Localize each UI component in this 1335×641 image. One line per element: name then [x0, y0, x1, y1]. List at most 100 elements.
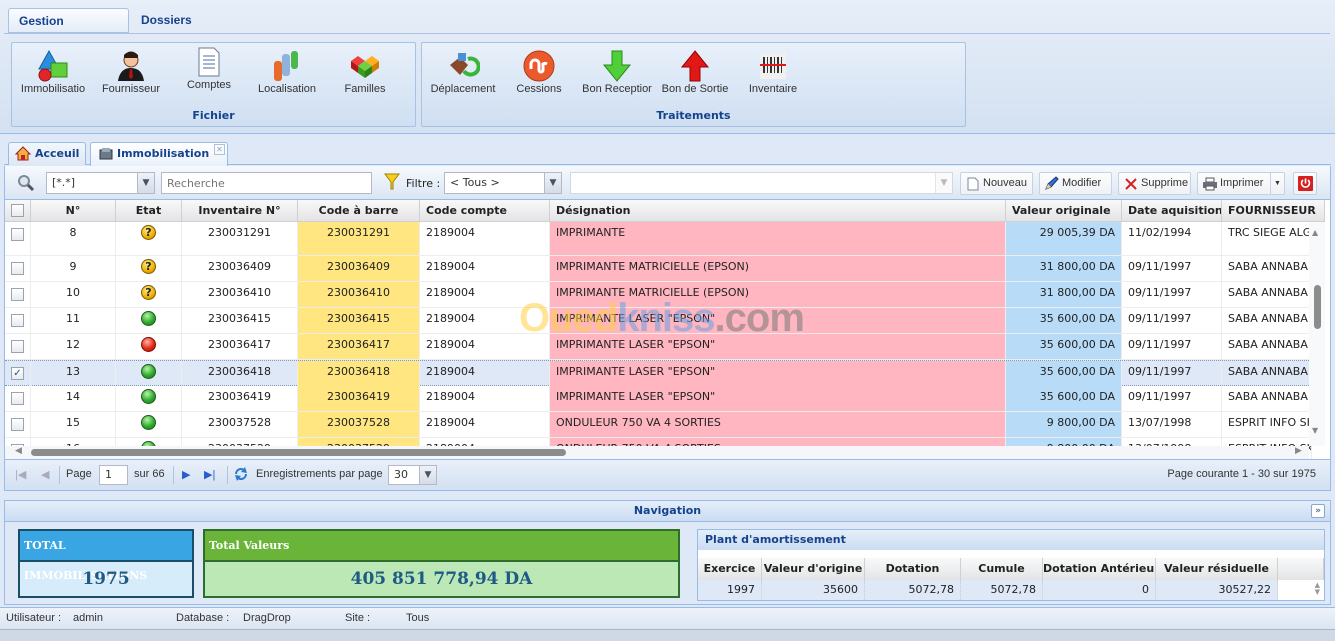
- row-checkbox[interactable]: [11, 288, 24, 301]
- col-header-fournisseur[interactable]: FOURNISSEUR: [1222, 200, 1325, 222]
- row-checkbox[interactable]: [11, 418, 24, 431]
- scroll-left-icon[interactable]: ◀: [15, 446, 22, 456]
- table-row[interactable]: 8? 230031291 230031291 2189004 IMPRIMANTE 29 …: [5, 222, 1312, 256]
- cessions-button[interactable]: Cessions: [500, 49, 578, 105]
- prev-page-icon[interactable]: ◀: [41, 468, 49, 481]
- horizontal-scroll-thumb[interactable]: [31, 449, 566, 456]
- comptes-button[interactable]: Comptes: [170, 45, 248, 101]
- inventaire-button[interactable]: Inventaire: [734, 49, 812, 105]
- scroll-up-icon[interactable]: ▲: [1312, 228, 1318, 237]
- imprimer-button[interactable]: Imprimer ▼: [1197, 172, 1285, 195]
- vertical-scroll-thumb[interactable]: [1314, 285, 1321, 329]
- collapse-icon[interactable]: »: [1311, 504, 1325, 518]
- col-header-code-barre[interactable]: Code à barre: [298, 200, 420, 222]
- bon-reception-button[interactable]: Bon Receptior: [578, 49, 656, 105]
- ribbon: Gestion Dossiers Immobilisatio Fournisse…: [0, 0, 1335, 134]
- per-page-combo[interactable]: 30 ▼: [388, 465, 437, 485]
- chevron-down-icon[interactable]: ▼: [544, 173, 561, 193]
- chevron-down-icon[interactable]: ▼: [1270, 173, 1284, 194]
- row-checkbox[interactable]: [11, 262, 24, 275]
- tab-acceuil[interactable]: Acceuil: [8, 142, 86, 165]
- row-checkbox[interactable]: [11, 392, 24, 405]
- etat-cell: ?: [116, 282, 182, 307]
- power-button[interactable]: [1293, 172, 1317, 195]
- row-checkbox[interactable]: [11, 228, 24, 241]
- ribbon-tab-gestion[interactable]: Gestion: [8, 8, 129, 33]
- amort-col-header[interactable]: Valeur d'origine: [762, 558, 865, 580]
- total-valeurs-label: Total Valeurs: [205, 531, 678, 562]
- filter-value-combo[interactable]: ▼: [570, 172, 953, 194]
- compte-cell: 2189004: [420, 282, 550, 307]
- table-row[interactable]: 12 230036417 230036417 2189004 IMPRIMANTE LA…: [5, 334, 1312, 360]
- amort-col-header[interactable]: Dotation Antérieure: [1043, 558, 1156, 580]
- scroll-right-icon[interactable]: ▶: [1295, 446, 1302, 456]
- nouveau-button[interactable]: Nouveau: [960, 172, 1033, 195]
- refresh-icon[interactable]: [233, 466, 249, 485]
- col-header-inventaire[interactable]: Inventaire N°: [182, 200, 298, 222]
- immobilisation-button[interactable]: Immobilisatio: [14, 49, 92, 105]
- page-input[interactable]: [99, 465, 128, 485]
- table-row[interactable]: ✓ 13 230036418 230036418 2189004 IMPRIMANTE L…: [5, 360, 1312, 386]
- table-row[interactable]: 10? 230036410 230036410 2189004 IMPRIMANTE M…: [5, 282, 1312, 308]
- fournisseur-button[interactable]: Fournisseur: [92, 49, 170, 105]
- select-all-checkbox[interactable]: [11, 204, 24, 217]
- next-page-icon[interactable]: ▶: [182, 468, 190, 481]
- last-page-icon[interactable]: ▶|: [204, 468, 215, 481]
- col-header-date[interactable]: Date aquisition: [1122, 200, 1222, 222]
- date-cell: 09/11/1997: [1122, 361, 1222, 386]
- barcode-icon: [734, 49, 812, 83]
- deplacement-button[interactable]: Déplacement: [424, 49, 502, 105]
- scope-combo[interactable]: [*.*] ▼: [46, 172, 155, 194]
- spinner-icon[interactable]: ▲ ▼: [1315, 582, 1320, 596]
- row-checkbox[interactable]: ✓: [11, 367, 24, 380]
- ribbon-tab-dossiers[interactable]: Dossiers: [131, 8, 231, 33]
- amort-col-header[interactable]: Dotation: [865, 558, 961, 580]
- scroll-down-icon[interactable]: ▼: [1312, 426, 1318, 435]
- total-immobilisations-card: TOTAL IMMOBILISATIONS 1975: [18, 529, 194, 598]
- search-input[interactable]: [161, 172, 372, 194]
- first-page-icon[interactable]: |◀: [15, 468, 26, 481]
- chevron-down-icon[interactable]: ▼: [935, 173, 952, 193]
- row-checkbox[interactable]: [11, 340, 24, 353]
- table-row[interactable]: 14 230036419 230036419 2189004 IMPRIMANTE LA…: [5, 386, 1312, 412]
- col-header-etat[interactable]: Etat: [116, 200, 182, 222]
- col-header-n[interactable]: N°: [31, 200, 116, 222]
- row-select-cell: [5, 308, 31, 333]
- imprimer-label: Imprimer: [1220, 177, 1264, 189]
- amort-col-header[interactable]: Exercice: [698, 558, 762, 580]
- cession-icon: [500, 49, 578, 83]
- amort-col-header[interactable]: Valeur résiduelle: [1156, 558, 1278, 580]
- horizontal-scrollbar[interactable]: ◀ ▶: [5, 446, 1309, 459]
- bon-de-sortie-button[interactable]: Bon de Sortie: [656, 49, 734, 105]
- compte-cell: 2189004: [420, 334, 550, 359]
- designation-cell: IMPRIMANTE MATRICIELLE (EPSON): [550, 256, 1006, 281]
- tab-immobilisation[interactable]: Immobilisation ✕: [90, 142, 228, 166]
- close-tab-icon[interactable]: ✕: [214, 144, 225, 155]
- document-tabs: Acceuil Immobilisation ✕: [4, 139, 1331, 166]
- familles-button[interactable]: Familles: [326, 49, 404, 105]
- amort-col-header[interactable]: Cumule: [961, 558, 1043, 580]
- chevron-down-icon[interactable]: ▼: [137, 173, 154, 193]
- amort-cell: 0: [1043, 580, 1156, 600]
- col-header-code-compte[interactable]: Code compte: [420, 200, 550, 222]
- table-row[interactable]: 9? 230036409 230036409 2189004 IMPRIMANTE MA…: [5, 256, 1312, 282]
- modifier-button[interactable]: Modifier: [1039, 172, 1112, 195]
- table-row[interactable]: 15 230037528 230037528 2189004 ONDULEUR 750 …: [5, 412, 1312, 438]
- localisation-button[interactable]: Localisation: [248, 49, 326, 105]
- table-row[interactable]: 11 230036415 230036415 2189004 IMPRIMANTE LA…: [5, 308, 1312, 334]
- chevron-down-icon[interactable]: ▼: [419, 466, 436, 484]
- amortissement-title: Plant d'amortissement: [698, 530, 1324, 550]
- row-checkbox[interactable]: [11, 314, 24, 327]
- select-all-header[interactable]: [5, 200, 31, 222]
- vertical-scrollbar[interactable]: ▲ ▼: [1309, 222, 1325, 446]
- barcode-cell: 230031291: [298, 222, 420, 255]
- grid-toolbar: [*.*] ▼ Filtre : < Tous > ▼ ▼ Nouveau Mo…: [4, 166, 1331, 200]
- filter-combo[interactable]: < Tous > ▼: [444, 172, 562, 194]
- supprime-button[interactable]: Supprime: [1118, 172, 1191, 195]
- col-header-valeur[interactable]: Valeur originale: [1006, 200, 1122, 222]
- group-label-fichier: Fichier: [192, 109, 235, 122]
- col-header-designation[interactable]: Désignation: [550, 200, 1006, 222]
- etat-cell: [116, 412, 182, 437]
- compte-cell: 2189004: [420, 412, 550, 437]
- row-select-cell: [5, 222, 31, 255]
